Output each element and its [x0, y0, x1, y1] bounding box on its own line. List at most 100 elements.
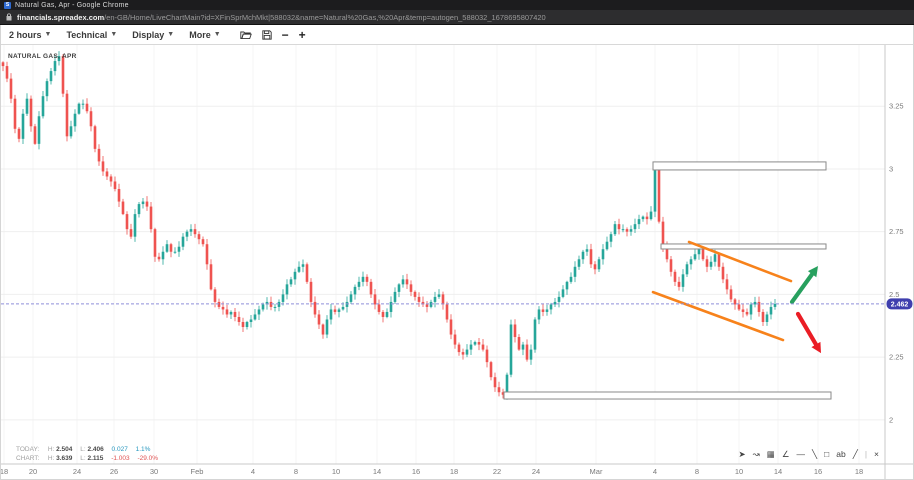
arrow-shaft[interactable]	[792, 274, 812, 302]
time-tick-label: 24	[532, 467, 540, 476]
candle-body	[442, 294, 445, 304]
candle-body	[294, 272, 297, 280]
time-tick-label: Mar	[590, 467, 603, 476]
url-bar[interactable]: financials.spreadex.com/en-GB/Home/LiveC…	[0, 10, 914, 25]
candle-body	[478, 342, 481, 345]
candle-body	[386, 312, 389, 317]
time-tick-label: 4	[251, 467, 255, 476]
candle-body	[50, 71, 53, 81]
candlestick-chart[interactable]: 22.252.52.7533.251820242630Feb4810141618…	[1, 45, 913, 479]
candle-body	[438, 294, 441, 297]
resistance-box[interactable]	[653, 162, 826, 170]
candle-body	[30, 99, 33, 127]
candle-body	[238, 317, 241, 322]
candle-body	[122, 202, 125, 215]
candle-body	[22, 114, 25, 139]
candle-body	[470, 345, 473, 350]
candle-body	[382, 312, 385, 317]
candle-body	[430, 302, 433, 307]
candle-body	[618, 224, 621, 229]
resistance-box[interactable]	[504, 392, 831, 399]
today-change-value: 0.027	[112, 446, 128, 453]
ray-tool-icon[interactable]: ╱	[853, 449, 858, 459]
time-tick-label: 26	[110, 467, 118, 476]
candle-body	[694, 254, 697, 259]
candle-body	[210, 264, 213, 289]
rectangle-tool-icon[interactable]: □	[824, 449, 829, 459]
candle-body	[590, 249, 593, 264]
resistance-box[interactable]	[661, 244, 826, 249]
time-tick-label: 24	[73, 467, 81, 476]
chart-label: CHART:	[16, 455, 46, 464]
candle-body	[682, 274, 685, 287]
candle-body	[286, 284, 289, 294]
trend-line-tool-icon[interactable]: ╲	[812, 449, 817, 459]
candle-body	[482, 345, 485, 350]
chart-high-value: 3.639	[56, 455, 72, 462]
chart-area[interactable]: NATURAL GAS, APR 22.252.52.7533.25182024…	[1, 45, 913, 479]
candle-body	[334, 309, 337, 312]
candle-body	[662, 222, 665, 247]
grid-tool-icon[interactable]: ▦	[767, 449, 775, 459]
url-domain: financials.spreadex.com	[17, 13, 104, 22]
pointer-tool-icon[interactable]: ➤	[739, 449, 746, 459]
candle-body	[350, 294, 353, 302]
candle-body	[774, 304, 777, 307]
candle-body	[310, 282, 313, 302]
open-folder-icon[interactable]	[240, 30, 252, 40]
candle-body	[510, 325, 513, 375]
candle-body	[26, 99, 29, 114]
candle-body	[622, 229, 625, 230]
interval-dropdown[interactable]: 2 hours ▼	[9, 30, 51, 40]
price-tick-label: 3.25	[889, 102, 904, 111]
save-icon[interactable]	[262, 30, 272, 40]
candle-body	[702, 249, 705, 259]
candle-body	[158, 257, 161, 260]
candle-body	[318, 314, 321, 324]
angle-tool-icon[interactable]: ∠	[782, 449, 790, 459]
time-tick-label: 18	[1, 467, 8, 476]
horizontal-line-tool-icon[interactable]: —	[796, 449, 805, 459]
candle-body	[402, 279, 405, 284]
today-stats-row: TODAY: H: 2.504 L: 2.406 0.027 1.1%	[16, 446, 164, 455]
arrow-shaft[interactable]	[798, 314, 816, 345]
time-tick-label: 10	[735, 467, 743, 476]
zoom-in-button[interactable]: +	[299, 30, 306, 40]
candle-body	[746, 312, 749, 315]
candle-body	[550, 304, 553, 309]
chart-low-value: 2.115	[87, 455, 103, 462]
candle-body	[298, 267, 301, 272]
crosshair-tool-icon[interactable]: ↝	[753, 449, 760, 459]
candle-body	[466, 350, 469, 355]
candle-body	[38, 116, 41, 144]
candle-body	[14, 99, 17, 129]
technical-dropdown[interactable]: Technical ▼	[66, 30, 117, 40]
delete-drawing-icon[interactable]: ×	[874, 449, 879, 459]
candle-body	[202, 239, 205, 244]
candle-body	[670, 259, 673, 272]
candle-body	[498, 387, 501, 392]
time-tick-label: 30	[150, 467, 158, 476]
more-dropdown[interactable]: More ▼	[189, 30, 220, 40]
display-dropdown[interactable]: Display ▼	[132, 30, 174, 40]
candle-body	[18, 129, 21, 139]
browser-window: S Natural Gas, Apr - Google Chrome finan…	[0, 0, 914, 480]
more-dropdown-label: More	[189, 30, 211, 40]
today-change-pct: 1.1%	[136, 446, 151, 453]
candle-body	[686, 264, 689, 274]
zoom-out-button[interactable]: −	[282, 30, 289, 40]
candle-body	[614, 224, 617, 234]
candle-body	[650, 212, 653, 220]
candle-body	[362, 277, 365, 282]
candle-body	[586, 249, 589, 252]
candle-body	[206, 244, 209, 264]
candle-body	[526, 345, 529, 360]
candle-body	[110, 176, 113, 181]
candle-body	[714, 254, 717, 262]
time-tick-label: 16	[814, 467, 822, 476]
text-tool-icon[interactable]: ab	[836, 449, 845, 459]
candle-body	[474, 342, 477, 345]
candle-body	[558, 297, 561, 302]
price-tick-label: 2.5	[889, 290, 899, 299]
chart-high-label: H:	[48, 455, 55, 462]
